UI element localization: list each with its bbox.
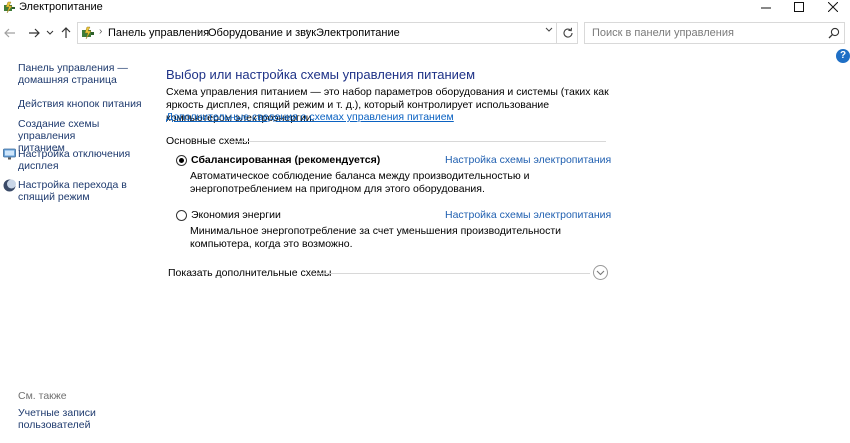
plan-balanced-description: Автоматическое соблюдение баланса между … (190, 170, 530, 195)
sidebar-item-user-accounts[interactable]: Учетные записи пользователей (18, 407, 96, 431)
chevron-down-icon (545, 27, 553, 32)
more-info-link[interactable]: Дополнительные сведения о схемах управле… (166, 111, 454, 123)
maximize-icon (794, 2, 804, 12)
plan-power-saver-label[interactable]: Экономия энергии (191, 209, 281, 221)
navigation-bar: › Панель управления › Оборудование и зву… (0, 20, 850, 46)
moon-icon (3, 179, 16, 192)
search-box[interactable]: Поиск в панели управления (584, 22, 845, 44)
title-bar: Электропитание (0, 0, 850, 16)
plan-power-saver-description: Минимальное энергопотребление за счет ум… (190, 225, 562, 250)
breadcrumb-separator-icon[interactable]: › (99, 26, 102, 37)
show-more-divider (316, 273, 590, 274)
control-panel-power-icon (82, 26, 94, 40)
breadcrumb-power-options[interactable]: Электропитание (316, 27, 400, 39)
close-icon (828, 2, 838, 12)
refresh-icon (562, 27, 573, 38)
plan-balanced-settings-link[interactable]: Настройка схемы электропитания (445, 154, 611, 166)
close-button[interactable] (818, 0, 848, 14)
refresh-button[interactable] (556, 23, 578, 43)
sidebar-item-home[interactable]: Панель управления — домашняя страница (18, 62, 128, 86)
back-button[interactable] (3, 26, 17, 40)
plan-power-saver-settings-link[interactable]: Настройка схемы электропитания (445, 209, 611, 221)
forward-button[interactable] (27, 26, 41, 40)
group-divider (230, 141, 606, 142)
page-title: Выбор или настройка схемы управления пит… (166, 67, 476, 82)
breadcrumb-control-panel[interactable]: Панель управления (108, 27, 209, 39)
maximize-button[interactable] (784, 0, 814, 14)
address-history-button[interactable] (544, 26, 554, 35)
chevron-down-icon (46, 30, 54, 35)
sidebar-item-power-buttons[interactable]: Действия кнопок питания (18, 98, 142, 110)
sidebar: Панель управления — домашняя страница Де… (0, 46, 150, 443)
sidebar-item-display-off[interactable]: Настройка отключения дисплея (18, 148, 130, 172)
address-bar[interactable]: › Панель управления › Оборудование и зву… (77, 22, 578, 44)
recent-locations-button[interactable] (45, 26, 55, 40)
plan-balanced-radio[interactable] (176, 155, 187, 166)
minimize-icon (761, 7, 771, 9)
search-icon[interactable] (828, 27, 840, 39)
main-content: Выбор или настройка схемы управления пит… (150, 46, 850, 443)
minimize-button[interactable] (751, 0, 781, 14)
sidebar-item-sleep[interactable]: Настройка перехода в спящий режим (18, 179, 127, 203)
chevron-down-icon (596, 270, 605, 275)
see-also-heading: См. также (18, 390, 67, 402)
up-button[interactable] (60, 26, 72, 40)
breadcrumb-separator-icon[interactable]: › (306, 26, 309, 37)
arrow-up-icon (61, 27, 71, 38)
display-icon (3, 148, 16, 160)
window-title: Электропитание (19, 1, 103, 13)
show-more-plans-label[interactable]: Показать дополнительные схемы (168, 267, 331, 279)
show-more-plans-button[interactable] (593, 265, 608, 280)
arrow-right-icon (29, 28, 40, 38)
plan-power-saver-radio[interactable] (176, 210, 187, 221)
power-options-icon (4, 1, 15, 14)
search-input[interactable]: Поиск в панели управления (592, 27, 734, 39)
breadcrumb-hardware-sound[interactable]: Оборудование и звук (208, 27, 316, 39)
arrow-left-icon (4, 28, 15, 38)
breadcrumb-separator-icon[interactable]: › (197, 26, 200, 37)
plan-balanced-label[interactable]: Сбалансированная (рекомендуется) (191, 154, 380, 166)
